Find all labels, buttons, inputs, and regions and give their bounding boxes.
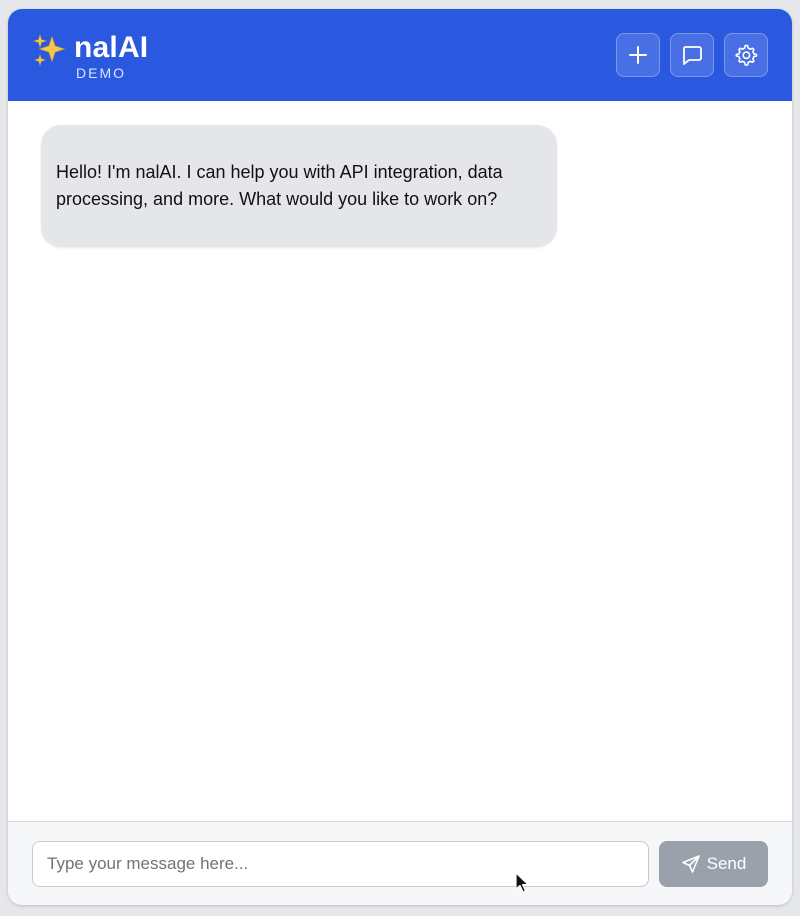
- brand-text: nalAI DEMO: [74, 31, 148, 81]
- send-label: Send: [706, 854, 747, 873]
- composer: Send: [8, 821, 792, 905]
- message-input[interactable]: [32, 841, 649, 887]
- chat-window: nalAI DEMO Hello! I'm nalAI. I can help …: [8, 9, 792, 905]
- message-list[interactable]: Hello! I'm nalAI. I can help you with AP…: [8, 101, 792, 821]
- header-actions: [616, 33, 768, 77]
- sparkles-icon: [32, 33, 66, 66]
- settings-button[interactable]: [724, 33, 768, 77]
- conversations-button[interactable]: [670, 33, 714, 77]
- assistant-message: Hello! I'm nalAI. I can help you with AP…: [41, 125, 557, 247]
- brand: nalAI DEMO: [32, 31, 148, 81]
- plus-icon: [629, 46, 647, 64]
- app-subtitle: DEMO: [76, 65, 126, 81]
- app-header: nalAI DEMO: [8, 9, 792, 101]
- new-chat-button[interactable]: [616, 33, 660, 77]
- gear-icon: [735, 44, 758, 66]
- paper-plane-icon: [681, 855, 700, 873]
- send-button[interactable]: Send: [659, 841, 768, 887]
- app-title: nalAI: [74, 31, 149, 64]
- chat-bubble-icon: [683, 46, 702, 65]
